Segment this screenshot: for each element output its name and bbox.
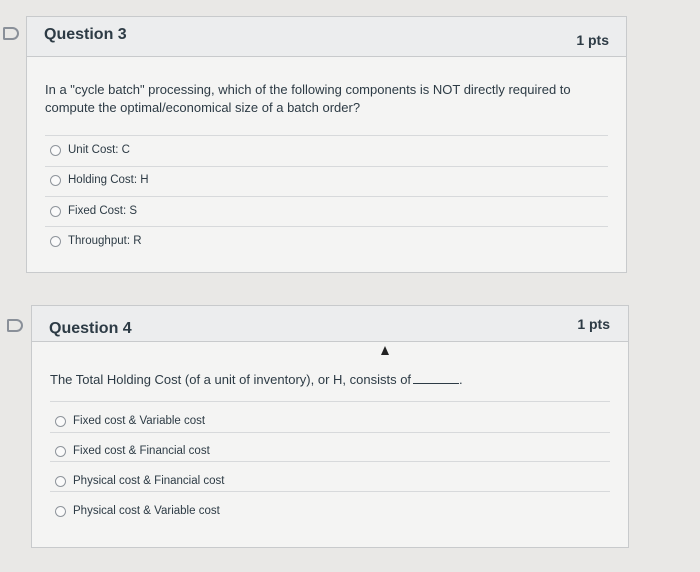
answer-option[interactable]: Fixed cost & Financial cost bbox=[55, 445, 210, 457]
divider bbox=[45, 166, 608, 167]
question-text: The Total Holding Cost (of a unit of inv… bbox=[50, 371, 590, 389]
divider bbox=[45, 196, 608, 197]
flag-question-icon[interactable] bbox=[7, 319, 23, 332]
radio-button[interactable] bbox=[50, 235, 61, 247]
question-card-3: Question 3 1 pts In a "cycle batch" proc… bbox=[26, 16, 627, 273]
answer-label: Physical cost & Variable cost bbox=[73, 505, 220, 517]
radio-button[interactable] bbox=[50, 174, 61, 186]
answer-option[interactable]: Unit Cost: C bbox=[50, 144, 130, 156]
divider bbox=[50, 461, 610, 462]
radio-button[interactable] bbox=[55, 415, 66, 427]
answer-option[interactable]: Fixed Cost: S bbox=[50, 205, 137, 217]
mouse-cursor-icon bbox=[381, 346, 389, 355]
flag-question-icon[interactable] bbox=[3, 27, 19, 40]
question-text-suffix: . bbox=[459, 372, 463, 387]
question-points: 1 pts bbox=[577, 316, 610, 332]
answer-label: Physical cost & Financial cost bbox=[73, 475, 225, 487]
answer-option[interactable]: Fixed cost & Variable cost bbox=[55, 415, 205, 427]
answer-option[interactable]: Throughput: R bbox=[50, 235, 142, 247]
question-text: In a "cycle batch" processing, which of … bbox=[45, 82, 571, 115]
answer-label: Unit Cost: C bbox=[68, 144, 130, 156]
answer-option[interactable]: Holding Cost: H bbox=[50, 174, 149, 186]
radio-button[interactable] bbox=[55, 475, 66, 487]
answer-label: Holding Cost: H bbox=[68, 174, 149, 186]
question-text-body: The Total Holding Cost (of a unit of inv… bbox=[50, 372, 412, 387]
question-title: Question 3 bbox=[44, 26, 127, 43]
divider bbox=[50, 432, 610, 433]
radio-button[interactable] bbox=[55, 505, 66, 517]
answer-blank bbox=[413, 383, 460, 384]
divider bbox=[50, 491, 610, 492]
radio-button[interactable] bbox=[50, 205, 61, 217]
radio-button[interactable] bbox=[55, 445, 66, 457]
answer-option[interactable]: Physical cost & Variable cost bbox=[55, 505, 220, 517]
question-title: Question 4 bbox=[49, 320, 132, 337]
answer-label: Fixed cost & Financial cost bbox=[73, 445, 210, 457]
divider bbox=[45, 135, 608, 136]
divider bbox=[45, 226, 608, 227]
answer-label: Fixed cost & Variable cost bbox=[73, 415, 206, 427]
answer-label: Fixed Cost: S bbox=[68, 205, 138, 217]
question-card-4: Question 4 1 pts The Total Holding Cost … bbox=[31, 305, 629, 548]
divider bbox=[50, 401, 610, 402]
answer-label: Throughput: R bbox=[68, 235, 142, 247]
radio-button[interactable] bbox=[50, 144, 61, 156]
question-points: 1 pts bbox=[576, 32, 609, 48]
answer-option[interactable]: Physical cost & Financial cost bbox=[55, 475, 224, 487]
